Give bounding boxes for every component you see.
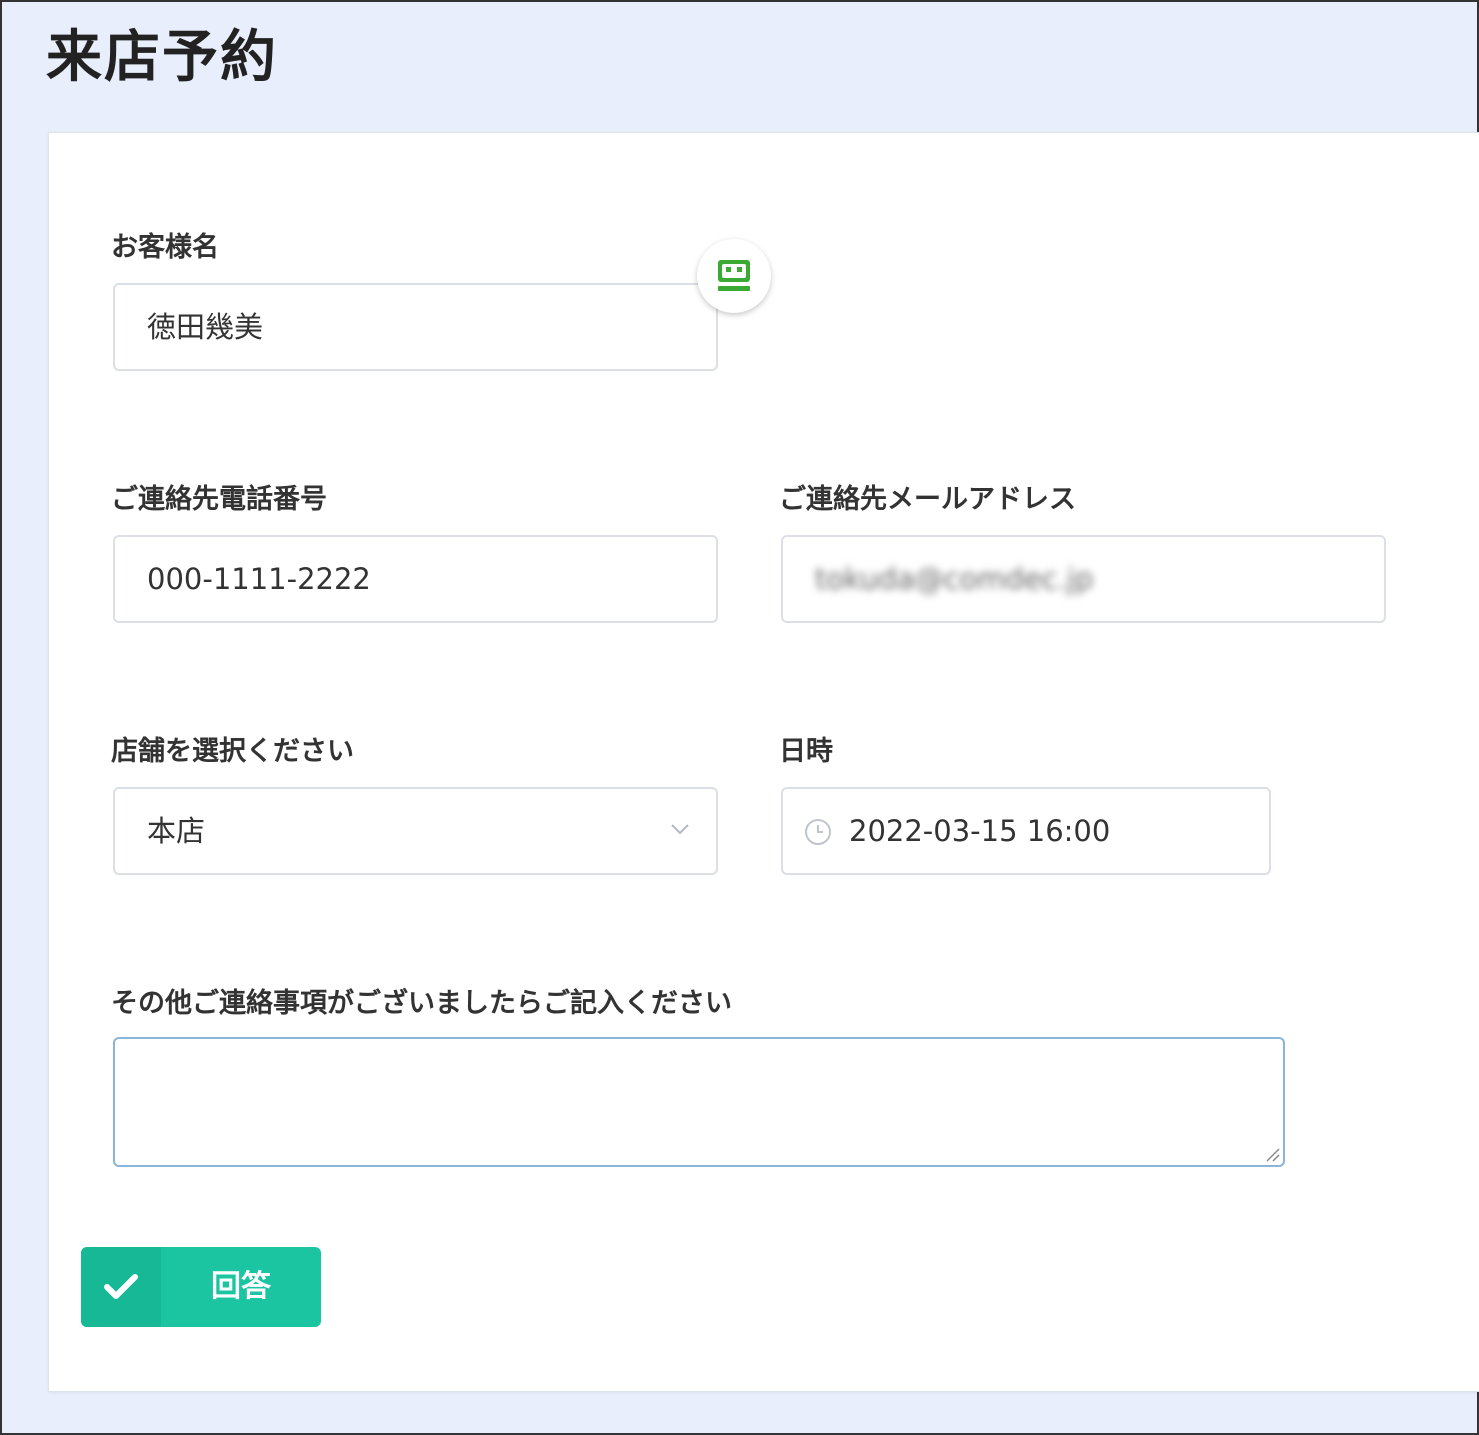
checkmark-icon-wrapper: [81, 1247, 161, 1327]
notes-label: その他ご連絡事項がございましたらご記入ください: [111, 988, 732, 1019]
resize-grip-icon[interactable]: [1263, 1145, 1281, 1163]
store-select[interactable]: 本店: [113, 787, 718, 875]
page-title: 来店予約: [46, 25, 278, 90]
datetime-field[interactable]: 2022-03-15 16:00: [781, 787, 1271, 875]
store-selected-value: 本店: [147, 814, 206, 848]
reservation-form: お客様名 徳田幾美 ご連絡先電話番号 000-1111-2222 ご連絡先メール…: [48, 132, 1479, 1392]
email-label: ご連絡先メールアドレス: [779, 484, 1076, 515]
phone-label: ご連絡先電話番号: [111, 484, 327, 515]
store-label: 店舗を選択ください: [111, 736, 354, 767]
reservation-page: 来店予約 お客様名 徳田幾美 ご連絡先電話番号 000-1111-2222 ご連…: [0, 0, 1479, 1435]
customer-name-label: お客様名: [111, 232, 219, 263]
email-value: tokuda@comdec.jp: [815, 562, 1094, 596]
datetime-label: 日時: [779, 736, 833, 767]
datetime-value: 2022-03-15 16:00: [849, 814, 1111, 848]
clock-icon: [805, 819, 831, 845]
assist-badge[interactable]: [697, 239, 771, 313]
chevron-down-icon: [671, 824, 689, 835]
submit-button-label: 回答: [211, 1269, 271, 1304]
phone-field[interactable]: 000-1111-2222: [113, 535, 718, 623]
checkmark-icon: [104, 1274, 138, 1299]
phone-value: 000-1111-2222: [147, 562, 371, 596]
email-field[interactable]: tokuda@comdec.jp: [781, 535, 1386, 623]
robot-face-icon: [718, 260, 750, 291]
customer-name-field[interactable]: 徳田幾美: [113, 283, 718, 371]
customer-name-value: 徳田幾美: [147, 310, 264, 344]
notes-textarea[interactable]: [113, 1037, 1285, 1167]
submit-button[interactable]: 回答: [81, 1247, 321, 1327]
